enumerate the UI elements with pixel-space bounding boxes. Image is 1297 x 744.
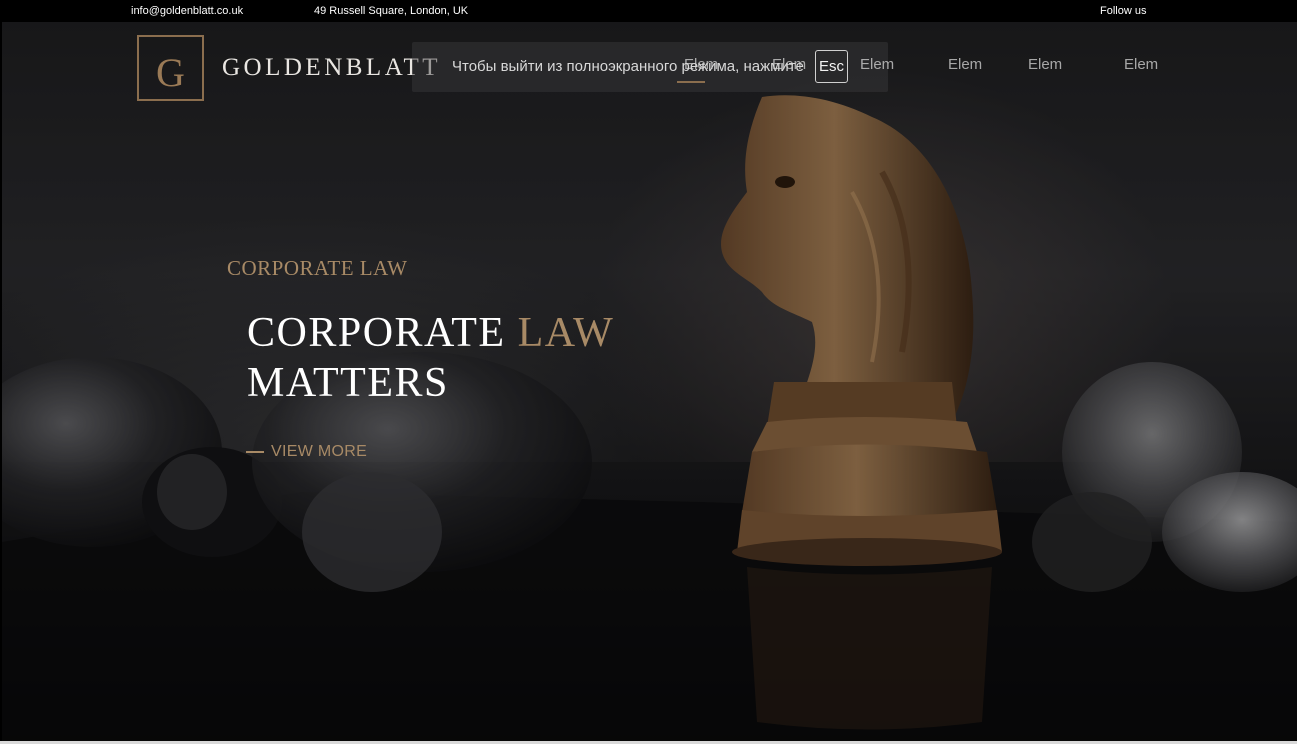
nav-item-3[interactable]: Elem: [860, 56, 894, 73]
nav-item-5[interactable]: Elem: [1028, 56, 1062, 73]
headline-part1: CORPORATE: [247, 310, 506, 356]
hero-eyebrow: CORPORATE LAW: [227, 256, 408, 280]
headline-accent: LAW: [517, 310, 615, 356]
cta-dash: [246, 451, 264, 453]
logo-letter: G: [156, 50, 185, 95]
view-more-button[interactable]: VIEW MORE: [271, 443, 367, 461]
nav-item-4[interactable]: Elem: [948, 56, 982, 73]
contact-email-link[interactable]: info@goldenblatt.co.uk: [131, 5, 243, 17]
fullscreen-notice-text: Чтобы выйти из полноэкранного режима, на…: [452, 58, 804, 75]
headline-line2: MATTERS: [247, 360, 449, 406]
nav-item-6[interactable]: Elem: [1124, 56, 1158, 73]
nav-active-indicator: [677, 81, 705, 83]
hero-headline: CORPORATE LAW MATTERS: [247, 308, 614, 408]
follow-us-link[interactable]: Follow us: [1100, 5, 1146, 17]
hero-section: [2, 22, 1297, 741]
hero-background-image: [2, 22, 1297, 741]
contact-address: 49 Russell Square, London, UK: [314, 5, 469, 17]
top-contact-bar: info@goldenblatt.co.uk 49 Russell Square…: [0, 0, 1297, 22]
logo-wordmark[interactable]: GOLDENBLATT: [222, 54, 441, 82]
esc-key-badge: Esc: [815, 50, 848, 83]
logo-mark[interactable]: G: [137, 35, 204, 101]
